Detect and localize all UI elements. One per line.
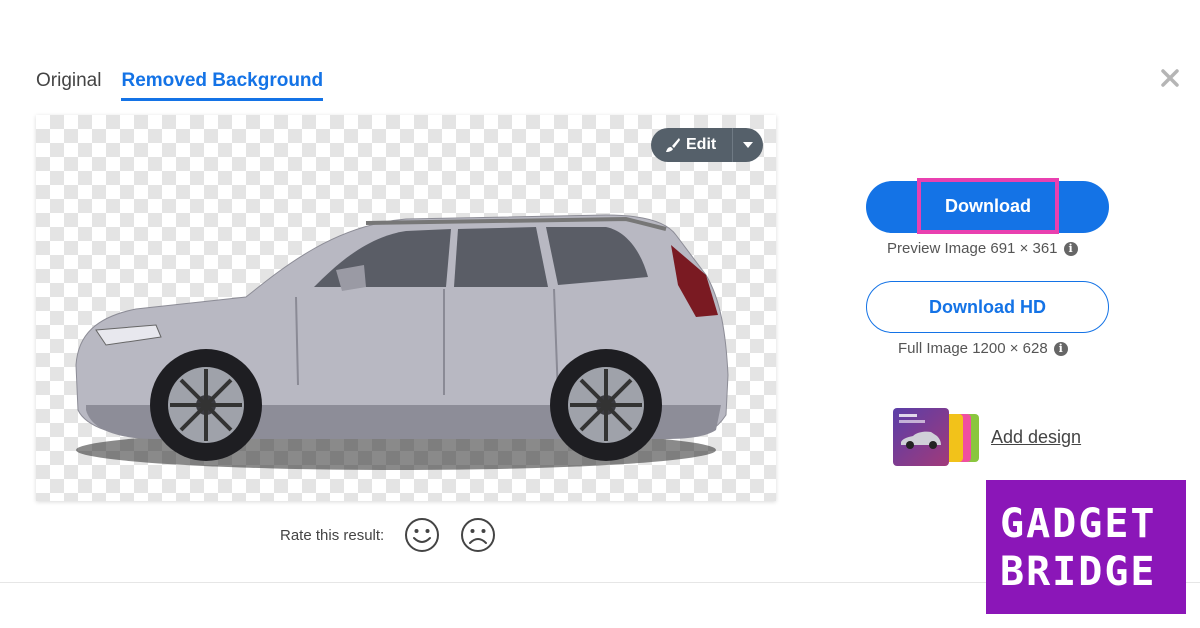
rating-label: Rate this result: (280, 526, 385, 544)
design-thumbnail (893, 408, 949, 466)
result-tabs: Original Removed Background (36, 70, 324, 101)
download-button-highlight[interactable]: Download (917, 178, 1059, 234)
car-image (75, 214, 729, 470)
edit-label: Edit (686, 136, 717, 153)
preview-image-text: Preview Image 691 × 361 (887, 240, 1058, 257)
edit-dropdown-toggle[interactable] (732, 128, 763, 162)
download-hd-label: Download HD (929, 296, 1046, 317)
tab-original[interactable]: Original (36, 70, 101, 101)
tab-removed-background[interactable]: Removed Background (121, 70, 324, 101)
rear-wheel (550, 349, 662, 461)
edit-button[interactable]: Edit (651, 128, 763, 162)
logo-line-2: BRIDGE (1000, 549, 1157, 595)
preview-image-info: Preview Image 691 × 361 i (887, 240, 1078, 257)
full-image-text: Full Image 1200 × 628 (898, 340, 1048, 357)
download-hd-button[interactable]: Download HD (866, 281, 1109, 333)
info-icon[interactable]: i (1063, 241, 1078, 256)
download-label: Download (945, 195, 1031, 216)
gadget-bridge-logo: GADGET BRIDGE (986, 480, 1186, 614)
full-image-info: Full Image 1200 × 628 i (898, 340, 1068, 357)
design-thumbnails (893, 408, 979, 466)
smiley-face-icon[interactable] (404, 517, 440, 553)
caret-down-icon (743, 142, 754, 148)
logo-line-1: GADGET (1000, 501, 1157, 547)
front-wheel (150, 349, 262, 461)
brush-icon (666, 138, 680, 152)
result-preview: Edit (36, 115, 776, 501)
info-icon[interactable]: i (1053, 341, 1068, 356)
add-design-link[interactable]: Add design (893, 408, 1081, 466)
add-design-label[interactable]: Add design (991, 427, 1081, 448)
close-icon[interactable] (1158, 66, 1182, 90)
rating-row: Rate this result: (280, 517, 496, 553)
frowny-face-icon[interactable] (460, 517, 496, 553)
